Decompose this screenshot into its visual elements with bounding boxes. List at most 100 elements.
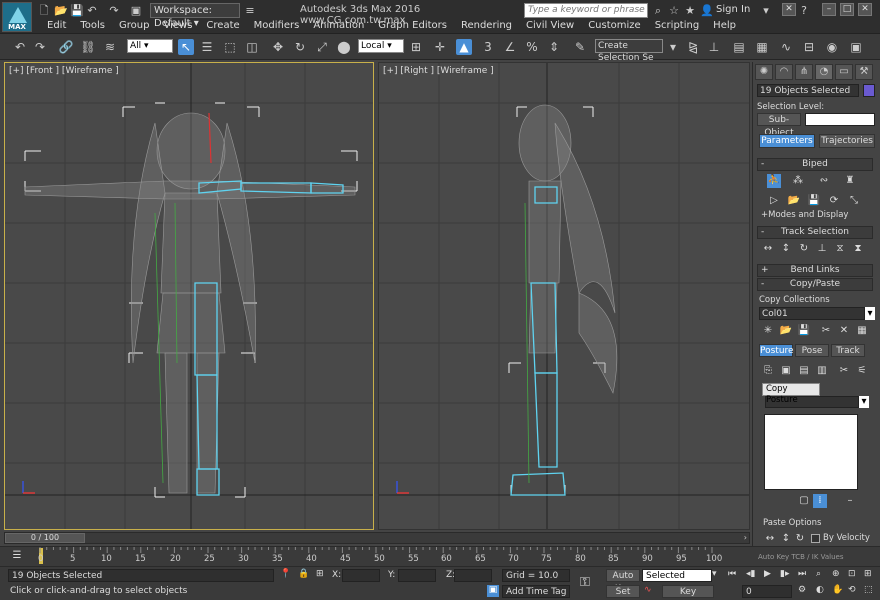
figure-mode-icon[interactable]: ⛹ bbox=[767, 174, 781, 188]
body-vertical-icon[interactable]: ↕ bbox=[779, 242, 793, 256]
go-to-start-icon[interactable]: ⏮ bbox=[728, 569, 736, 579]
maximize-button[interactable]: □ bbox=[840, 3, 854, 16]
redo-icon[interactable]: ↷ bbox=[108, 5, 120, 17]
x-coordinate-field[interactable] bbox=[342, 569, 380, 582]
pose-tab[interactable]: Pose bbox=[795, 344, 829, 357]
delete-posture-icon[interactable]: ▥ bbox=[815, 364, 829, 378]
save-file-icon[interactable]: 💾 bbox=[70, 5, 84, 17]
footstep-mode-icon[interactable]: ⁂ bbox=[791, 174, 805, 188]
front-viewport[interactable]: [+] [Front ] [Wireframe ] bbox=[4, 62, 374, 530]
posture-collection-list[interactable] bbox=[764, 414, 858, 490]
menu-tools[interactable]: Tools bbox=[73, 19, 112, 33]
selection-name-field[interactable]: 19 Objects Selected bbox=[757, 84, 859, 97]
collection-name-field[interactable]: Col01 bbox=[759, 307, 865, 320]
zoom-extents-all-icon[interactable]: ⊞ bbox=[864, 569, 872, 579]
z-coordinate-field[interactable] bbox=[454, 569, 492, 582]
menu-civil-view[interactable]: Civil View bbox=[519, 19, 581, 33]
material-editor-icon[interactable]: ◉ bbox=[824, 39, 840, 55]
zoom-icon[interactable]: ⌕ bbox=[816, 569, 821, 579]
search-icon[interactable]: ⌕ bbox=[652, 5, 664, 17]
menu-views[interactable]: Views bbox=[156, 19, 199, 33]
biped-playback-icon[interactable]: ▷ bbox=[767, 194, 781, 208]
show-buttons-icon[interactable]: ▢ bbox=[797, 494, 811, 508]
select-and-move-icon[interactable]: ✥ bbox=[270, 39, 286, 55]
paste-options-icon[interactable]: ⚟ bbox=[855, 364, 869, 378]
layer-explorer-icon[interactable]: ▤ bbox=[731, 39, 747, 55]
search-input[interactable]: Type a keyword or phrase bbox=[524, 3, 648, 18]
menu-group[interactable]: Group bbox=[112, 19, 156, 33]
mirror-icon[interactable]: ⧎ bbox=[685, 39, 701, 55]
selection-filter-dropdown[interactable]: All ▾ bbox=[127, 39, 173, 53]
time-slider[interactable]: 0 / 100 › bbox=[4, 532, 750, 544]
track-bar[interactable]: ☰ 0 5 10 15 20 25 30 35 40 45 50 55 60 6… bbox=[0, 546, 880, 566]
redo-icon[interactable]: ↷ bbox=[32, 39, 48, 55]
menu-graph-editors[interactable]: Graph Editors bbox=[371, 19, 454, 33]
select-and-manipulate-icon[interactable]: ✛ bbox=[432, 39, 448, 55]
posture-tab[interactable]: Posture bbox=[759, 344, 794, 357]
render-setup-icon[interactable]: ▣ bbox=[848, 39, 864, 55]
load-collection-icon[interactable]: 📂 bbox=[779, 324, 793, 338]
reference-coordinate-dropdown[interactable]: Local ▾ bbox=[358, 39, 404, 53]
select-and-rotate-icon[interactable]: ↻ bbox=[292, 39, 308, 55]
app-logo-button[interactable]: MAX bbox=[2, 2, 32, 32]
max-load-save-icon[interactable]: ▦ bbox=[855, 324, 869, 338]
help-dropdown-icon[interactable]: ▾ bbox=[760, 5, 772, 17]
select-and-scale-icon[interactable]: ⤢ bbox=[314, 39, 330, 55]
convert-icon[interactable]: ⟳ bbox=[827, 194, 841, 208]
copy-posture-icon[interactable]: ⎘ bbox=[761, 364, 775, 378]
by-velocity-checkbox[interactable] bbox=[811, 534, 820, 543]
trajectories-tab[interactable]: Trajectories bbox=[819, 134, 875, 148]
save-file-icon[interactable]: 💾 bbox=[807, 194, 821, 208]
copy-paste-rollout[interactable]: - Copy/Paste bbox=[757, 278, 873, 291]
unlink-icon[interactable]: ⛓ bbox=[80, 39, 96, 55]
create-tab-icon[interactable]: ✺ bbox=[755, 64, 773, 80]
pivot-center-icon[interactable]: ⊞ bbox=[408, 39, 424, 55]
sign-in-link[interactable]: Sign In bbox=[716, 4, 750, 15]
open-file-icon[interactable]: 📂 bbox=[54, 5, 68, 17]
key-mode-dropdown[interactable]: Selected bbox=[642, 569, 712, 582]
pan-view-icon[interactable]: ✋ bbox=[832, 585, 843, 595]
right-viewport[interactable]: [+] [Right ] [Wireframe ] bbox=[378, 62, 750, 530]
move-all-mode-icon[interactable]: ⤡ bbox=[847, 194, 861, 208]
field-of-view-icon[interactable]: ◐ bbox=[816, 585, 824, 595]
snaps-toggle-icon[interactable]: 3 bbox=[480, 39, 496, 55]
time-configuration-icon[interactable]: ⚙ bbox=[798, 585, 806, 595]
minimize-list-icon[interactable]: – bbox=[843, 494, 857, 508]
zoom-all-icon[interactable]: ⊕ bbox=[832, 569, 840, 579]
exchange-icon[interactable]: ✕ bbox=[782, 3, 796, 16]
edit-named-selection-icon[interactable]: ✎ bbox=[572, 39, 588, 55]
schematic-view-icon[interactable]: ⊟ bbox=[801, 39, 817, 55]
paste-posture-opposite-icon[interactable]: ▤ bbox=[797, 364, 811, 378]
symmetrical-icon[interactable]: ⧖ bbox=[833, 242, 847, 256]
menu-rendering[interactable]: Rendering bbox=[454, 19, 519, 33]
paste-posture-icon[interactable]: ▣ bbox=[779, 364, 793, 378]
create-collection-icon[interactable]: ✳ bbox=[761, 324, 775, 338]
next-frame-icon[interactable]: ▮▸ bbox=[780, 569, 789, 579]
toggle-ribbon-icon[interactable]: ▦ bbox=[754, 39, 770, 55]
opposite-icon[interactable]: ⧗ bbox=[851, 242, 865, 256]
play-icon[interactable]: ▶ bbox=[764, 569, 771, 579]
time-slider-next-icon[interactable]: › bbox=[744, 533, 747, 542]
align-icon[interactable]: ⊥ bbox=[706, 39, 722, 55]
menu-modifiers[interactable]: Modifiers bbox=[247, 19, 307, 33]
absolute-mode-icon[interactable]: ⊞ bbox=[316, 569, 324, 579]
menu-scripting[interactable]: Scripting bbox=[648, 19, 706, 33]
time-tag-icon[interactable]: ▣ bbox=[487, 585, 499, 597]
select-and-link-icon[interactable]: 🔗 bbox=[58, 39, 74, 55]
angle-snap-icon[interactable]: ∠ bbox=[502, 39, 518, 55]
body-horizontal-icon[interactable]: ↔ bbox=[761, 242, 775, 256]
body-rotation-icon[interactable]: ↻ bbox=[797, 242, 811, 256]
set-key-curve-icon[interactable]: ∿ bbox=[644, 585, 652, 595]
load-file-icon[interactable]: 📂 bbox=[787, 194, 801, 208]
parameters-tab[interactable]: Parameters bbox=[759, 134, 815, 148]
set-key-button[interactable]: Set Key bbox=[606, 585, 640, 598]
menu-customize[interactable]: Customize bbox=[581, 19, 648, 33]
named-selection-sets-dropdown[interactable]: Create Selection Se bbox=[595, 39, 663, 63]
display-tab-icon[interactable]: ▭ bbox=[835, 64, 853, 80]
minimize-button[interactable]: – bbox=[822, 3, 836, 16]
delete-collection-icon[interactable]: ✂ bbox=[819, 324, 833, 338]
named-selection-dropdown-icon[interactable]: ▾ bbox=[665, 39, 681, 55]
mini-curve-editor-icon[interactable]: ☰ bbox=[10, 549, 24, 563]
modes-display-label[interactable]: +Modes and Display bbox=[761, 210, 848, 220]
track-tab[interactable]: Track bbox=[831, 344, 865, 357]
